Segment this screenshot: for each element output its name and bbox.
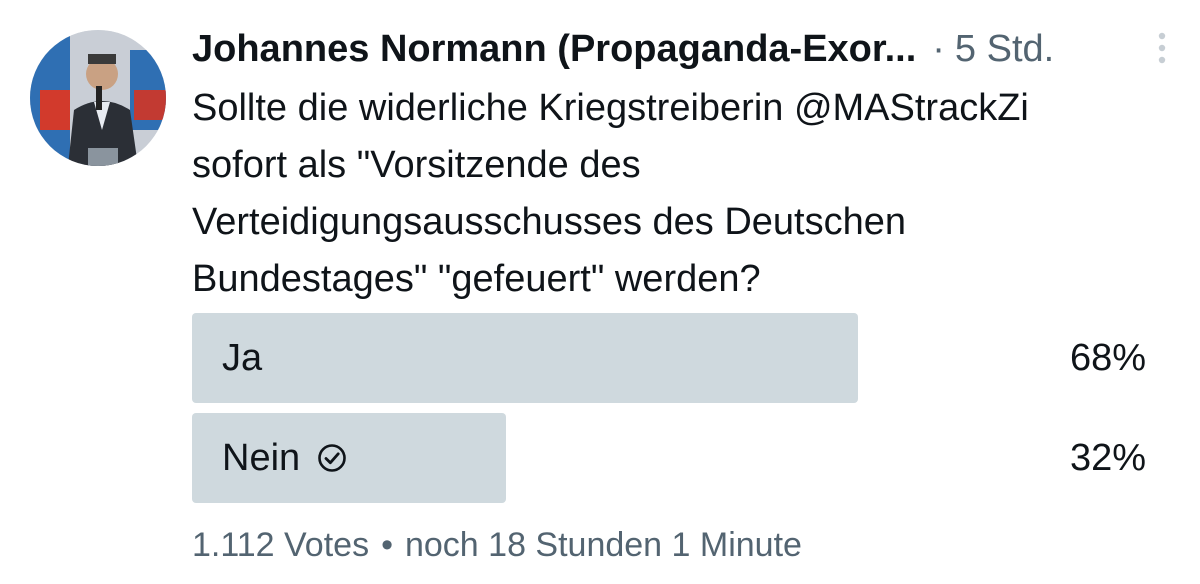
poll-option-text: Nein (222, 437, 301, 479)
check-circle-icon (318, 444, 346, 472)
tweet-text-line: Verteidigungsausschusses des Deutschen (192, 201, 907, 243)
poll-option-ja[interactable]: Ja 68% (192, 313, 1172, 403)
more-options-button[interactable] (1148, 30, 1176, 66)
bullet-separator: • (381, 526, 393, 564)
avatar[interactable] (30, 30, 166, 166)
poll-option-nein[interactable]: Nein 32% (192, 413, 1172, 503)
tweet-text: Sollte die widerliche Kriegstreiberin @M… (192, 80, 1182, 308)
vertical-dots-icon (1158, 32, 1166, 64)
poll-bar (192, 313, 858, 403)
tweet-text-line: Sollte die widerliche Kriegstreiberin @M… (192, 87, 1029, 129)
poll-footer: 1.112 Votes • noch 18 Stunden 1 Minute (192, 522, 802, 568)
author-name[interactable]: Johannes Normann (Propaganda-Exor... (192, 28, 916, 71)
poll-option-percent: 68% (1069, 337, 1146, 379)
avatar-photo (30, 30, 166, 166)
time-remaining: noch 18 Stunden 1 Minute (404, 526, 802, 564)
tweet-text-line: sofort als "Vorsitzende des (192, 144, 641, 186)
tweet-text-line: Bundestages" "gefeuert" werden? (192, 258, 761, 300)
vote-count: 1.112 Votes (192, 526, 370, 564)
poll-option-label: Ja (222, 313, 262, 403)
poll-option-label: Nein (222, 413, 348, 503)
poll-option-percent: 32% (1069, 437, 1146, 479)
separator-dot: · (932, 27, 945, 70)
tweet-header: Johannes Normann (Propaganda-Exor... · 5… (192, 24, 1172, 74)
poll-option-text: Ja (222, 337, 263, 379)
timestamp[interactable]: 5 Std. (955, 28, 1054, 71)
